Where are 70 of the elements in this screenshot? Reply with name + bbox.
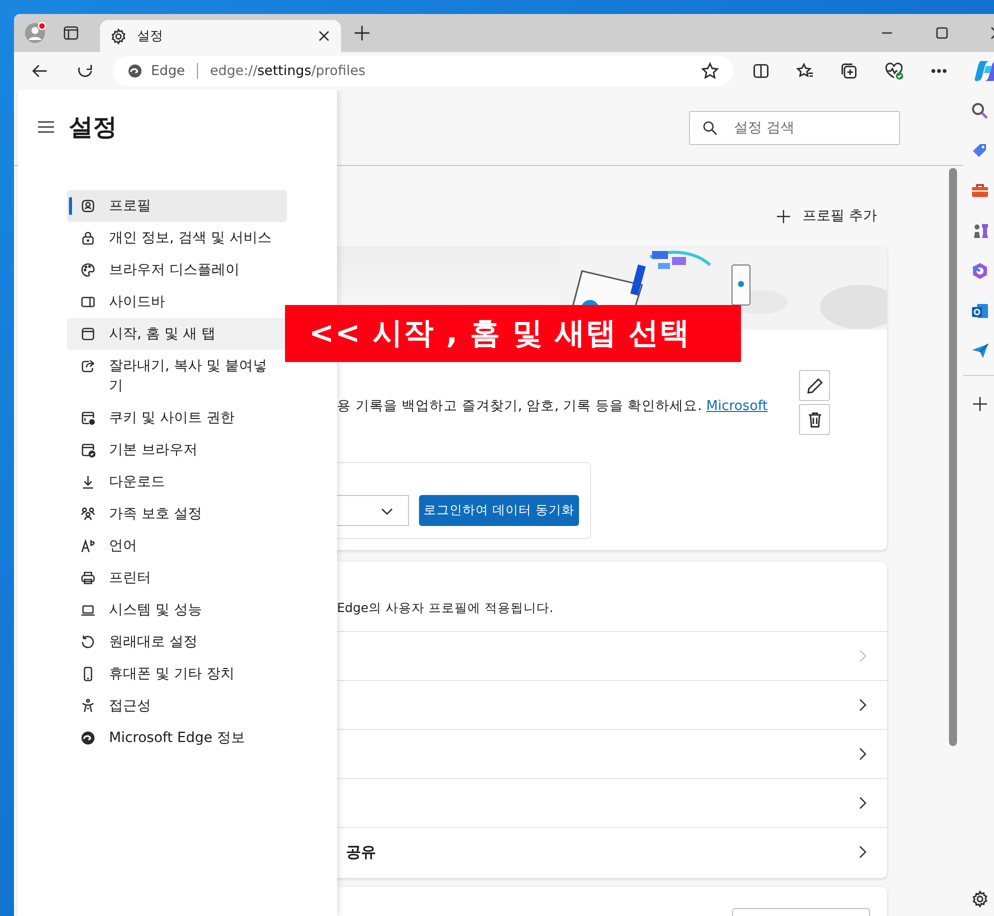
menu-icon[interactable]: [37, 120, 55, 134]
sidebar-item[interactable]: 가족 보호 설정: [67, 498, 287, 530]
profile-description: 용 기록을 백업하고 즐겨찾기, 암호, 기록 등을 확인하세요. Microsoft: [337, 397, 769, 415]
share-icon: [80, 358, 96, 374]
split-screen-icon[interactable]: [752, 62, 770, 80]
settings-icon: [110, 28, 127, 44]
plus-icon[interactable]: [353, 24, 371, 42]
search-icon: [702, 120, 718, 136]
sidebar-item[interactable]: 시스템 및 성능: [67, 594, 287, 626]
window-icon: [80, 326, 96, 342]
collections-icon[interactable]: [840, 62, 858, 80]
person-icon: [80, 198, 96, 214]
family-icon: [80, 506, 96, 522]
edit-button[interactable]: [799, 370, 830, 401]
download-icon: [80, 474, 96, 490]
card-description: Edge의 사용자 프로필에 적용됩니다.: [337, 600, 554, 615]
reset-icon: [80, 634, 96, 650]
outlook-icon[interactable]: [970, 301, 990, 321]
sidebar-item[interactable]: 브라우저 디스플레이: [67, 254, 287, 286]
sidebar-item[interactable]: 휴대폰 및 기타 장치: [67, 658, 287, 690]
search-icon[interactable]: [970, 101, 990, 121]
microsoft-link[interactable]: Microsoft: [706, 398, 768, 414]
sidebar-item[interactable]: 프로필: [67, 190, 287, 222]
sidebar-item[interactable]: 언어: [67, 530, 287, 562]
address-bar[interactable]: Edge edge://settings/profiles: [113, 56, 733, 86]
favorites-icon[interactable]: [796, 62, 814, 80]
sidebar-icon: [80, 294, 96, 310]
callout-label: << 시작 , 홈 및 새탭 선택: [285, 305, 741, 362]
sidebar-title: 설정: [69, 112, 117, 143]
sidebar-item[interactable]: 기본 브라우저: [67, 434, 287, 466]
back-icon[interactable]: [31, 62, 49, 80]
site-label: Edge: [151, 63, 185, 79]
edge-logo-icon: [80, 730, 96, 746]
search-field[interactable]: 설정 검색: [689, 110, 900, 144]
sidebar-item[interactable]: 잘라내기, 복사 및 붙여넣기: [67, 350, 287, 402]
window-icon[interactable]: [63, 25, 79, 41]
sidebar-item[interactable]: 쿠키 및 사이트 권한: [67, 402, 287, 434]
avatar-icon[interactable]: [24, 22, 46, 44]
pencil-icon: [806, 376, 824, 394]
language-icon: [80, 538, 96, 554]
lock-icon: [80, 230, 96, 246]
sidebar-item[interactable]: 원래대로 설정: [67, 626, 287, 658]
url-text: edge://settings/profiles: [210, 63, 366, 79]
sidebar-item[interactable]: 사이드바: [67, 286, 287, 318]
scrollbar[interactable]: [949, 168, 957, 746]
settings-row[interactable]: 공유: [337, 827, 887, 876]
close-icon[interactable]: [317, 29, 331, 43]
delete-button[interactable]: [799, 404, 830, 435]
sidebar-item[interactable]: 시작, 홈 및 새 탭: [67, 318, 287, 350]
add-profile-button[interactable]: 프로필 추가: [776, 204, 877, 228]
browser-check-icon: [80, 442, 96, 458]
plus-icon: [776, 208, 791, 224]
star-icon[interactable]: [701, 62, 719, 80]
settings-icon[interactable]: [971, 890, 989, 908]
printer-icon: [80, 570, 96, 586]
heart-pulse-icon[interactable]: [884, 62, 904, 80]
sidebar-item[interactable]: 다운로드: [67, 466, 287, 498]
browser-tab[interactable]: 설정: [100, 20, 341, 52]
edge-logo-icon: [127, 63, 143, 79]
office-icon[interactable]: [970, 261, 990, 281]
sync-button[interactable]: 로그인하여 데이터 동기화: [419, 495, 579, 526]
sidebar-item[interactable]: Microsoft Edge 정보: [67, 722, 287, 754]
sidebar-item[interactable]: 개인 정보, 검색 및 서비스: [67, 222, 287, 254]
palette-icon: [80, 262, 96, 278]
sidebar-item[interactable]: 접근성: [67, 690, 287, 722]
sidebar-item[interactable]: 프린터: [67, 562, 287, 594]
plus-icon[interactable]: [972, 396, 988, 412]
copilot-icon[interactable]: [974, 59, 994, 83]
maximize-icon[interactable]: [935, 26, 949, 40]
accessibility-icon: [80, 698, 96, 714]
